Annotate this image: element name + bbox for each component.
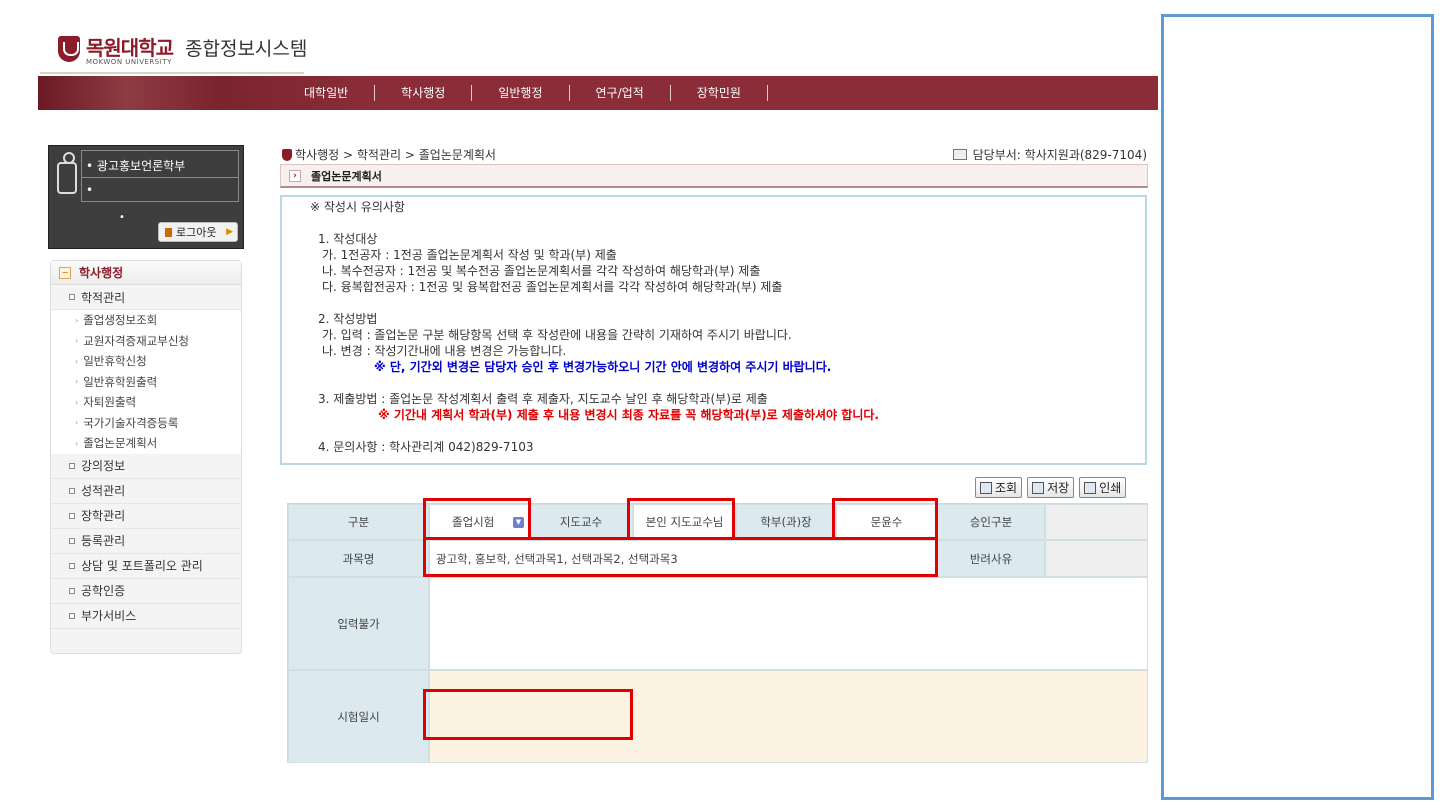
sidebar-item-counseling[interactable]: 상담 및 포트폴리오 관리 [51,554,241,579]
notice-s1-a: 가. 1전공자 : 1전공 졸업논문계획서 작성 및 학과(부) 제출 [322,248,617,262]
profile-dot: • [119,212,125,223]
notice-s4: 4. 문의사항 : 학사관리계 042)829-7103 [318,440,534,454]
bullet-icon [69,294,75,300]
notice-s1-b: 나. 복수전공자 : 1전공 및 복수전공 졸업논문계획서를 각각 작성하여 해… [322,264,761,278]
notice-s1-c: 다. 융복합전공자 : 1전공 및 융복합전공 졸업논문계획서를 각각 작성하여… [322,280,783,294]
side-menu-header[interactable]: − 학사행정 [51,261,241,285]
reject-reason-label: 반려사유 [937,540,1045,577]
bullet-icon [69,587,75,594]
profile-department: • 광고홍보언론학부 [86,159,186,173]
notice-s3-title: 3. 제출방법 : 졸업논문 작성계획서 출력 후 제출자, 지도교수 날인 후… [318,392,768,406]
nav-item-research[interactable]: 연구/업적 [570,85,671,101]
sidebar-item-extra-services[interactable]: 부가서비스 [51,604,241,629]
input-disabled-label: 입력불가 [288,577,429,670]
user-icon [57,152,77,194]
search-button[interactable]: 조회 [975,477,1023,498]
department-info: 담당부서: 학사지원과(829-7104) [952,146,1147,163]
advisor-label: 지도교수 [529,504,633,540]
university-logo[interactable]: 목원대학교 MOKWON UNIVERSITY 종합정보시스템 [58,36,307,72]
sidebar-item-engineering-cert[interactable]: 공학인증 [51,579,241,604]
sidebar-item-registration[interactable]: 학적관리 [51,285,241,310]
right-side-panel [1161,14,1434,800]
bullet-icon [69,487,75,494]
notice-s2-note: ※ 단, 기간외 변경은 담당자 승인 후 변경가능하오니 기간 안에 변경하여… [374,360,832,374]
breadcrumb-text: 학사행정 > 학적관리 > 졸업논문계획서 [295,148,496,162]
nav-item-university[interactable]: 대학일반 [304,85,376,101]
sidebar-item-course-info[interactable]: 강의정보 [51,454,241,479]
notice-box: ※ 작성시 유의사항 1. 작성대상 가. 1전공자 : 1전공 졸업논문계획서… [280,195,1147,465]
bullet-icon [69,462,75,469]
logo-name: 목원대학교 [86,36,174,60]
notice-s1-title: 1. 작성대상 [318,232,378,246]
breadcrumb: 학사행정 > 학적관리 > 졸업논문계획서 [282,146,496,163]
profile-line2: • [86,183,94,197]
submenu-item-withdrawal-print[interactable]: › 자퇴원출력 [51,392,241,413]
bullet-icon [69,537,75,544]
header-divider [40,72,304,74]
subject-label: 과목명 [288,540,429,577]
page-title-bar: › 졸업논문계획서 [280,164,1148,188]
system-title: 종합정보시스템 [185,38,308,60]
toolbar: 조회 저장 인쇄 [975,477,1127,498]
save-button[interactable]: 저장 [1027,477,1075,498]
bullet-icon [69,612,75,619]
logo-english-name: MOKWON UNIVERSITY [86,58,172,66]
type-label: 구분 [288,504,429,540]
notice-s2-b: 나. 변경 : 작성기간내에 내용 변경은 가능합니다. [322,344,567,358]
side-menu-title: 학사행정 [79,266,124,280]
logout-icon [165,227,172,237]
university-emblem-icon [58,36,80,62]
submenu-item-leave-apply[interactable]: › 일반휴학신청 [51,351,241,372]
highlight-type-select [423,498,531,540]
collapse-icon: − [59,266,71,279]
chevron-right-icon: › [289,169,301,182]
shield-icon [282,148,292,161]
submenu-item-graduate-info[interactable]: › 졸업생정보조회 [51,310,241,331]
contact-card-icon [952,149,967,160]
input-disabled-area [429,577,1148,670]
highlight-dept-head [832,498,938,540]
sidebar-item-scholarship[interactable]: 장학관리 [51,504,241,529]
exam-date-label: 시험일시 [288,670,429,763]
submenu-item-teacher-cert[interactable]: › 교원자격증재교부신청 [51,331,241,352]
department-text: 담당부서: 학사지원과(829-7104) [972,148,1147,162]
nav-item-academic[interactable]: 학사행정 [375,85,473,101]
logout-button[interactable]: 로그아웃 ▶ [158,222,238,242]
submenu-item-thesis-plan[interactable]: › 졸업논문계획서 [51,433,241,454]
bullet-icon [69,562,75,569]
submenu-item-leave-print[interactable]: › 일반휴학원출력 [51,372,241,393]
arrow-right-icon: ▶ [226,227,233,237]
nav-item-scholarship[interactable]: 장학민원 [671,85,768,101]
highlight-advisor [627,498,735,540]
notice-s3-note: ※ 기간내 계획서 학과(부) 제출 후 내용 변경시 최종 자료를 꼭 해당학… [378,408,879,422]
side-menu: − 학사행정 학적관리 › 졸업생정보조회 › 교원자격증재교부신청 › 일반휴학신청… [50,260,242,654]
page-title: 졸업논문계획서 [311,169,382,183]
sidebar-item-grades[interactable]: 성적관리 [51,479,241,504]
submenu-item-national-cert[interactable]: › 국가기술자격증등록 [51,413,241,434]
search-icon [980,481,992,494]
highlight-exam-date[interactable] [423,689,633,740]
notice-s2-title: 2. 작성방법 [318,312,378,326]
print-button[interactable]: 인쇄 [1079,477,1127,498]
highlight-subject [423,537,938,577]
approval-label: 승인구분 [937,504,1045,540]
bullet-icon [69,512,75,519]
submenu-registration: › 졸업생정보조회 › 교원자격증재교부신청 › 일반휴학신청 › 일반휴학원출력 › 자… [51,310,241,454]
nav-item-administration[interactable]: 일반행정 [472,85,570,101]
save-icon [1032,481,1045,494]
top-navigation: 대학일반 학사행정 일반행정 연구/업적 장학민원 [38,76,1158,110]
logout-label: 로그아웃 [176,226,217,239]
approval-value [1045,504,1148,540]
reject-reason-value [1045,540,1148,577]
dept-head-label: 학부(과)장 [736,504,836,540]
sidebar-item-enrollment[interactable]: 등록관리 [51,529,241,554]
notice-heading: ※ 작성시 유의사항 [310,200,405,214]
print-icon [1084,481,1097,494]
notice-s2-a: 가. 입력 : 졸업논문 구분 해당항목 선택 후 작성란에 내용을 간략히 기… [322,328,792,342]
